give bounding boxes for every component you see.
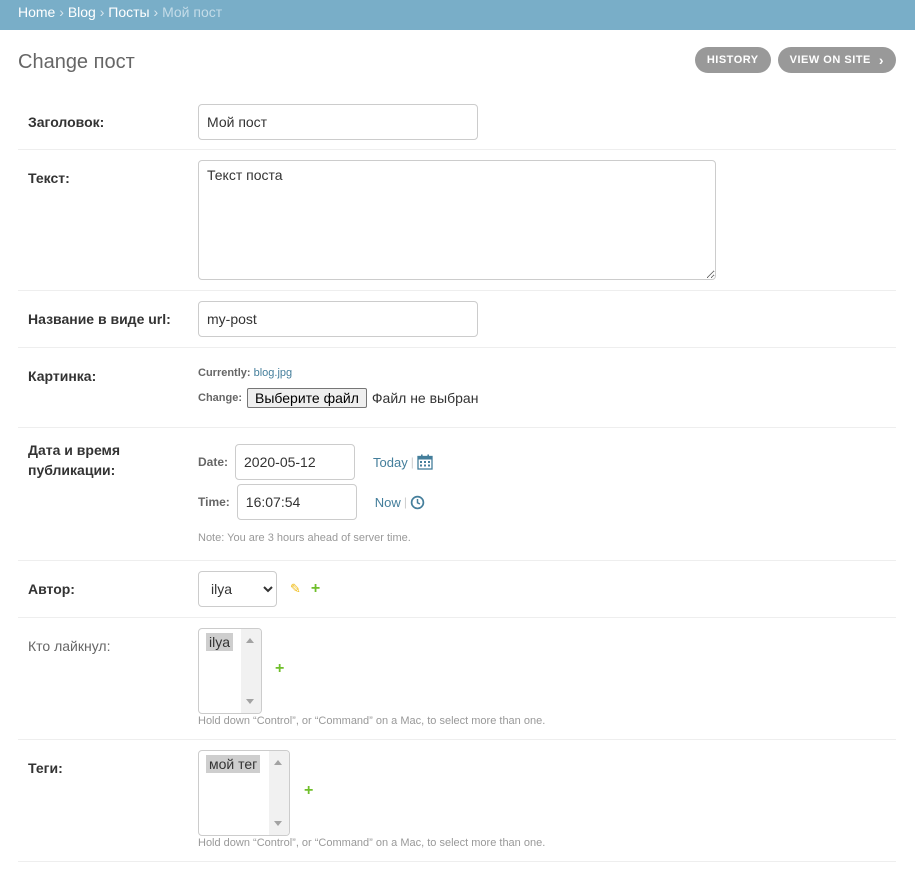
history-button[interactable]: HISTORY [694, 47, 771, 73]
today-link[interactable]: Today [373, 455, 408, 470]
slug-input[interactable] [198, 301, 478, 337]
object-tools: HISTORY VIEW ON SITE › [694, 47, 896, 73]
scroll-up-icon [246, 638, 254, 643]
chevron-right-icon: › [878, 52, 884, 68]
image-field-wrap: Currently: blog.jpg Change: Выберите фай… [198, 366, 478, 408]
slug-field-wrap [198, 301, 478, 337]
now-link[interactable]: Now [375, 495, 401, 510]
time-shortcuts: Now | [375, 495, 425, 510]
breadcrumb-home[interactable]: Home [18, 4, 55, 20]
likes-multiselect[interactable]: ilya [198, 628, 262, 714]
page-title: Change пост [18, 51, 135, 73]
author-select[interactable]: ilya [198, 571, 277, 607]
tags-multiselect[interactable]: мой тег [198, 750, 290, 836]
text-label: Текст: [28, 170, 70, 186]
form-row-published: Дата и время публикации: Date: Today | [18, 428, 896, 561]
tags-scrollbar[interactable] [269, 751, 289, 835]
scroll-up-icon [274, 760, 282, 765]
breadcrumb-model[interactable]: Посты [108, 4, 149, 20]
calendar-icon[interactable] [417, 454, 433, 470]
breadcrumb-separator: › [153, 4, 159, 20]
title-label: Заголовок: [28, 114, 105, 130]
breadcrumb-separator: › [59, 4, 64, 20]
change-form: Заголовок: Текст: Текст поста Название в… [18, 92, 896, 862]
date-label: Date: [198, 455, 229, 469]
add-tag-icon[interactable]: + [304, 782, 313, 800]
author-label: Автор: [28, 581, 75, 597]
form-row-tags: Теги: мой тег + Hold down “Control”, or … [18, 740, 896, 862]
text-field-wrap: Текст поста [198, 160, 716, 283]
tags-help: Hold down “Control”, or “Command” on a M… [198, 837, 546, 849]
shortcut-divider: | [403, 495, 407, 509]
time-input[interactable] [236, 484, 357, 520]
form-row-slug: Название в виде url: [18, 291, 896, 348]
view-on-site-button[interactable]: VIEW ON SITE › [777, 47, 896, 73]
title-field-wrap [198, 104, 478, 140]
likes-option-selected[interactable]: ilya [206, 633, 234, 651]
slug-label: Название в виде url: [28, 311, 171, 327]
scroll-down-icon [246, 699, 254, 704]
published-field-wrap: Date: Today | [198, 444, 433, 544]
time-label: Time: [198, 495, 230, 509]
breadcrumb-app[interactable]: Blog [68, 4, 96, 20]
form-row-text: Текст: Текст поста [18, 150, 896, 291]
published-label-line2: публикации: [28, 462, 116, 478]
breadcrumb: Home › Blog › Посты › Мой пост [0, 0, 915, 30]
clock-icon[interactable] [410, 495, 425, 510]
published-label-line1: Дата и время [28, 442, 121, 458]
choose-file-button[interactable]: Выберите файл [247, 388, 367, 408]
tags-label: Теги: [28, 760, 63, 776]
published-label: Дата и время публикации: [28, 440, 120, 480]
form-row-image: Картинка: Currently: blog.jpg Change: Вы… [18, 348, 896, 428]
form-row-title: Заголовок: [18, 92, 896, 150]
breadcrumb-separator: › [99, 4, 105, 20]
image-change-label: Change: [198, 392, 242, 404]
timezone-note: Note: You are 3 hours ahead of server ti… [198, 532, 411, 544]
date-line: Date: Today | [198, 444, 433, 480]
add-author-icon[interactable]: + [311, 580, 320, 598]
date-shortcuts: Today | [373, 454, 433, 470]
likes-scrollbar[interactable] [241, 629, 261, 713]
author-field-wrap: ilya ✎ + [198, 571, 320, 607]
view-on-site-button-label: VIEW ON SITE [789, 54, 871, 66]
breadcrumb-current: Мой пост [162, 4, 223, 20]
no-file-text: Файл не выбран [371, 390, 479, 406]
image-currently-label: Currently: [198, 367, 251, 379]
form-row-likes: Кто лайкнул: ilya + Hold down “Control”,… [18, 618, 896, 740]
tags-option-selected[interactable]: мой тег [206, 755, 261, 773]
likes-label: Кто лайкнул: [28, 638, 111, 654]
title-input[interactable] [198, 104, 478, 140]
scroll-down-icon [274, 821, 282, 826]
current-file-link[interactable]: blog.jpg [254, 367, 293, 379]
edit-author-icon[interactable]: ✎ [290, 581, 301, 597]
image-change-line: Change: Выберите файл Файл не выбран [198, 388, 478, 408]
date-input[interactable] [235, 444, 356, 480]
shortcut-divider: | [410, 455, 414, 469]
content-header: Change пост HISTORY VIEW ON SITE › [0, 30, 915, 92]
form-row-author: Автор: ilya ✎ + [18, 561, 896, 618]
time-line: Time: Now | [198, 484, 433, 520]
likes-help: Hold down “Control”, or “Command” on a M… [198, 715, 546, 727]
history-button-label: HISTORY [706, 54, 759, 66]
image-currently-line: Currently: blog.jpg [198, 366, 478, 380]
text-textarea[interactable]: Текст поста [198, 160, 716, 280]
add-likes-icon[interactable]: + [275, 660, 284, 678]
image-label: Картинка: [28, 368, 97, 384]
